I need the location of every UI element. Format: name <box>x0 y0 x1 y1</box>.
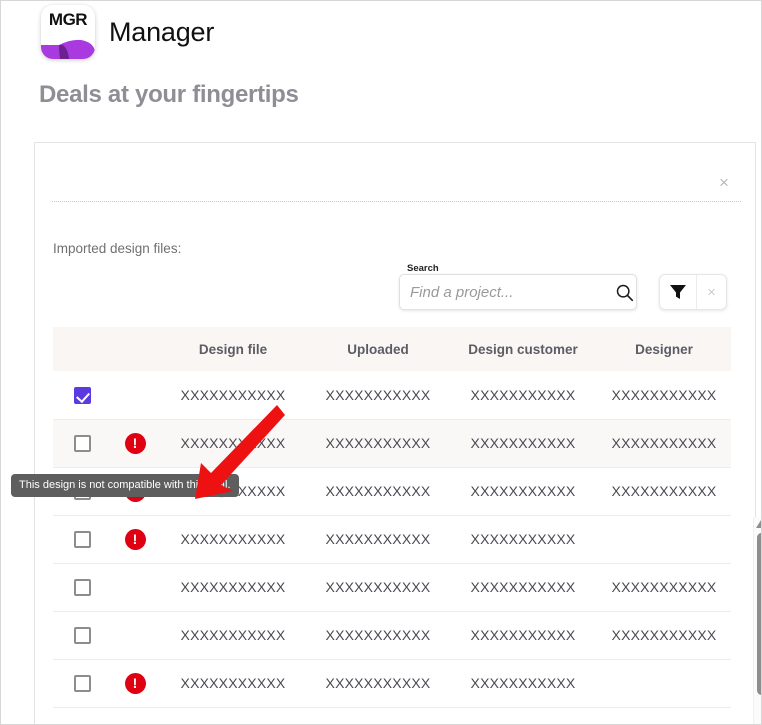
app-header: MGR Manager <box>41 5 214 59</box>
checkbox-checked[interactable] <box>73 386 91 404</box>
cell-design-customer: XXXXXXXXXXX <box>449 659 597 708</box>
row-select-cell <box>53 371 111 420</box>
logo-wave-icon <box>41 39 95 59</box>
cell-design-customer: XXXXXXXXXXX <box>449 563 597 612</box>
app-logo: MGR <box>41 5 95 59</box>
cell-design-customer: XXXXXXXXXXX <box>449 611 597 660</box>
table-header-row: Design file Uploaded Design customer Des… <box>53 327 731 371</box>
checkbox-unchecked[interactable] <box>73 578 91 596</box>
cell-designer: XXXXXXXXXXX <box>597 467 731 516</box>
row-select-cell <box>53 419 111 468</box>
column-header-uploaded[interactable]: Uploaded <box>307 327 449 371</box>
cell-designer <box>597 659 731 708</box>
checkbox-unchecked[interactable] <box>73 530 91 548</box>
table-row[interactable]: XXXXXXXXXXX XXXXXXXXXXX XXXXXXXXXXX XXXXXXX… <box>53 371 731 420</box>
column-header-select <box>53 327 111 371</box>
scroll-up-icon[interactable] <box>756 520 762 528</box>
table-row[interactable]: XXXXXXXXXXX XXXXXXXXXXX XXXXXXXXXXX XXXXXXX… <box>53 563 731 612</box>
row-status-cell: ! <box>111 419 159 468</box>
search-field[interactable]: Search <box>399 263 637 310</box>
cell-design-customer: XXXXXXXXXXX <box>449 419 597 468</box>
cell-designer: XXXXXXXXXXX <box>597 611 731 660</box>
warning-icon[interactable]: ! <box>124 528 146 550</box>
app-window: MGR Manager Deals at your fingertips × I… <box>0 0 762 725</box>
row-status-cell <box>111 611 159 660</box>
search-input[interactable] <box>408 282 613 302</box>
cell-uploaded: XXXXXXXXXXX <box>307 419 449 468</box>
row-status-cell: ! <box>111 515 159 564</box>
column-header-design-customer[interactable]: Design customer <box>449 327 597 371</box>
cell-uploaded: XXXXXXXXXXX <box>307 371 449 420</box>
table-row[interactable]: ! XXXXXXXXXXX XXXXXXXXXXX XXXXXXXXXXX <box>53 515 731 564</box>
column-header-designer[interactable]: Designer <box>597 327 731 371</box>
cell-designer: XXXXXXXXXXX <box>597 563 731 612</box>
table-row[interactable]: XXXXXXXXXXX XXXXXXXXXXX XXXXXXXXXXX XXXXXXX… <box>53 611 731 660</box>
column-header-design-file[interactable]: Design file <box>159 327 307 371</box>
funnel-icon[interactable] <box>660 275 696 309</box>
cell-design-file: XXXXXXXXXXX <box>159 563 307 612</box>
checkbox-unchecked[interactable] <box>73 674 91 692</box>
clear-filter-icon[interactable]: × <box>696 275 726 309</box>
logo-text: MGR <box>48 10 88 29</box>
design-files-table-container: Design file Uploaded Design customer Des… <box>53 327 731 715</box>
cell-uploaded: XXXXXXXXXXX <box>307 611 449 660</box>
imported-files-label: Imported design files: <box>53 241 182 256</box>
table-row[interactable]: !XXXXXXXXXXXXXXXXXXXXXXXXXXXXXXXXXXXXXXX… <box>53 419 731 468</box>
search-label: Search <box>407 263 439 274</box>
scrollbar-thumb[interactable] <box>756 533 761 695</box>
cell-design-customer: XXXXXXXXXXX <box>449 467 597 516</box>
row-select-cell <box>53 563 111 612</box>
row-select-cell <box>53 659 111 708</box>
close-icon[interactable]: × <box>715 174 733 192</box>
warning-icon[interactable]: ! <box>124 672 146 694</box>
cell-designer: XXXXXXXXXXX <box>597 371 731 420</box>
filter-button-group: × <box>659 274 727 310</box>
cell-uploaded: XXXXXXXXXXX <box>307 515 449 564</box>
table-scrollbar[interactable] <box>753 517 762 724</box>
row-status-cell <box>111 563 159 612</box>
cell-design-customer: XXXXXXXXXXX <box>449 515 597 564</box>
search-icon[interactable] <box>613 275 636 309</box>
deals-panel: × Imported design files: Search Find a p… <box>34 142 761 724</box>
row-select-cell <box>53 515 111 564</box>
row-status-cell: ! <box>111 659 159 708</box>
column-header-status <box>111 327 159 371</box>
cell-design-file: XXXXXXXXXXX <box>159 611 307 660</box>
table-header: Design file Uploaded Design customer Des… <box>53 327 731 371</box>
design-files-table: Design file Uploaded Design customer Des… <box>53 327 731 708</box>
cell-uploaded: XXXXXXXXXXX <box>307 659 449 708</box>
cell-uploaded: XXXXXXXXXXX <box>307 467 449 516</box>
cell-designer: XXXXXXXXXXX <box>597 419 731 468</box>
page-title: Deals at your fingertips <box>39 81 299 108</box>
cell-design-file: XXXXXXXXXXX <box>159 419 307 468</box>
incompatible-design-tooltip: This design is not compatible with this … <box>11 474 239 497</box>
cell-designer <box>597 515 731 564</box>
checkbox-unchecked[interactable] <box>73 434 91 452</box>
cell-design-file: XXXXXXXXXXX <box>159 659 307 708</box>
checkbox-unchecked[interactable] <box>73 626 91 644</box>
cell-design-file: XXXXXXXXXXX <box>159 515 307 564</box>
table-row[interactable]: ! XXXXXXXXXXX XXXXXXXXXXX XXXXXXXXXXX <box>53 659 731 708</box>
cell-design-customer: XXXXXXXXXXX <box>449 371 597 420</box>
warning-icon[interactable]: ! <box>124 432 146 454</box>
divider <box>52 201 741 202</box>
row-status-cell <box>111 371 159 420</box>
table-body: XXXXXXXXXXX XXXXXXXXXXX XXXXXXXXXXX XXXXXXX… <box>53 371 731 708</box>
row-select-cell <box>53 611 111 660</box>
table-toolbar: Search × <box>399 263 727 310</box>
app-title: Manager <box>109 16 215 47</box>
cell-uploaded: XXXXXXXXXXX <box>307 563 449 612</box>
cell-design-file: XXXXXXXXXXX <box>159 371 307 420</box>
